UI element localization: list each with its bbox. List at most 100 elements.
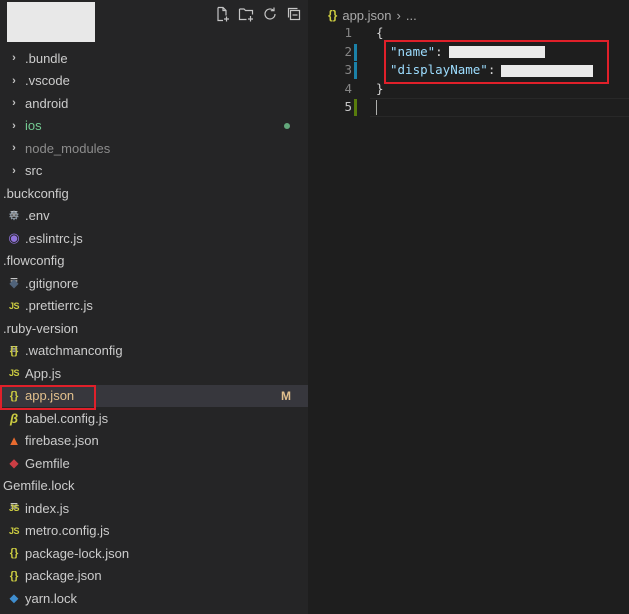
gutter-added-marker [354, 99, 357, 116]
line-number: 1 [344, 25, 352, 40]
collapse-all-icon[interactable] [284, 4, 304, 24]
firebase-icon: ▲ [7, 433, 21, 449]
tree-item-label: index.js [25, 500, 70, 516]
gem-icon: ◆ [9, 456, 19, 471]
text-cursor [376, 100, 377, 115]
file-item-package-lock-json[interactable]: {} package-lock.json [0, 542, 308, 565]
breadcrumb-file[interactable]: app.json [342, 8, 391, 23]
gear-icon: ⚙ [8, 207, 20, 223]
folder-item-vscode[interactable]: › .vscode [0, 70, 308, 93]
tree-item-label: node_modules [25, 140, 111, 156]
file-item-metro-config-js[interactable]: JS metro.config.js [0, 520, 308, 543]
line-number: 2 [344, 43, 352, 59]
chevron-right-icon: › [12, 97, 16, 110]
file-item-gemfile[interactable]: ◆ Gemfile [0, 452, 308, 475]
tree-item-label: .vscode [25, 73, 70, 89]
git-modified-badge: M [281, 388, 291, 403]
tree-item-label: .env [25, 208, 50, 224]
chevron-right-icon: › [12, 119, 16, 132]
editor-pane: {} app.json › ... 1 { 2 "name": 3 "displ… [308, 0, 629, 614]
tree-item-label: firebase.json [25, 433, 99, 449]
file-item-babel-config-js[interactable]: β babel.config.js [0, 407, 308, 430]
tree-item-label: yarn.lock [25, 590, 78, 606]
annotation-box-app-json [0, 385, 96, 410]
gutter-modified-marker [354, 43, 357, 61]
json-file-icon: {} [9, 569, 19, 582]
tree-item-label: babel.config.js [25, 410, 109, 426]
js-file-icon: JS [8, 503, 20, 514]
file-item-yarn-lock[interactable]: ⬥ yarn.lock [0, 587, 308, 610]
chevron-right-icon: › [12, 74, 16, 87]
line-number: 4 [344, 80, 352, 96]
tree-item-label: .flowconfig [3, 253, 65, 269]
tree-item-label: Gemfile [25, 455, 70, 471]
babel-icon: β [9, 410, 19, 426]
breadcrumb-more[interactable]: ... [406, 8, 417, 23]
tree-item-label: android [25, 95, 69, 111]
tree-item-label: .ruby-version [3, 320, 79, 336]
folder-item-src[interactable]: › src [0, 160, 308, 183]
code-text: { [376, 25, 384, 40]
chevron-right-icon: › [12, 52, 16, 65]
file-tree: › .bundle › .vscode › android › ios › node_module… [0, 47, 308, 610]
file-item-package-json[interactable]: {} package.json [0, 565, 308, 588]
tree-item-label: App.js [25, 365, 62, 381]
tree-item-label: .buckconfig [3, 185, 69, 201]
file-item-gemfile-lock[interactable]: ≡ Gemfile.lock [0, 475, 308, 514]
tree-item-label: package-lock.json [25, 545, 130, 561]
git-icon: ◆ [9, 276, 19, 291]
json-file-icon: {} [328, 8, 338, 22]
tree-item-label: src [25, 163, 43, 179]
refresh-icon[interactable] [260, 4, 280, 24]
line-number: 3 [344, 62, 352, 77]
tree-item-label: Gemfile.lock [3, 478, 75, 494]
gutter-modified-marker [354, 62, 357, 79]
chevron-right-icon: › [12, 142, 16, 155]
file-item-prettierrc-js[interactable]: JS .prettierrc.js [0, 295, 308, 318]
json-file-icon: {} [9, 547, 19, 560]
file-item-firebase-json[interactable]: ▲ firebase.json [0, 430, 308, 453]
explorer-header [0, 0, 308, 42]
tree-item-label: .eslintrc.js [25, 230, 83, 246]
js-file-icon: JS [8, 525, 20, 536]
explorer-sidebar: › .bundle › .vscode › android › ios › node_module… [0, 0, 308, 614]
tree-item-label: .gitignore [25, 275, 79, 291]
breadcrumb: {} app.json › ... [328, 7, 417, 23]
tree-item-label: .bundle [25, 50, 68, 66]
file-item-env[interactable]: ⚙ .env [0, 205, 308, 228]
file-item-ruby-version[interactable]: ≡ .ruby-version [0, 317, 308, 357]
line-number: 5 [344, 99, 352, 114]
tree-item-label: .watchmanconfig [25, 343, 123, 359]
folder-item-bundle[interactable]: › .bundle [0, 47, 308, 70]
new-folder-icon[interactable] [236, 4, 256, 24]
tree-item-label: metro.config.js [25, 523, 110, 539]
file-item-buckconfig[interactable]: ≡ .buckconfig [0, 182, 308, 222]
tree-item-label: .prettierrc.js [25, 298, 93, 314]
folder-item-ios[interactable]: › ios [0, 115, 308, 138]
folder-item-android[interactable]: › android [0, 92, 308, 115]
folder-item-node-modules[interactable]: › node_modules [0, 137, 308, 160]
chevron-right-icon: › [12, 164, 16, 177]
json-file-icon: {} [9, 344, 19, 357]
code-text: } [376, 80, 384, 96]
file-item-watchmanconfig[interactable]: {} .watchmanconfig [0, 340, 308, 363]
yarn-icon: ⬥ [9, 590, 19, 605]
redacted-workspace-title [7, 2, 95, 42]
annotation-box-json-keys [384, 40, 609, 84]
file-item-index-js[interactable]: JS index.js [0, 497, 308, 520]
tree-item-label: ios [25, 118, 42, 134]
eslint-icon: ◉ [8, 230, 20, 246]
new-file-icon[interactable] [212, 4, 232, 24]
file-item-eslintrc-js[interactable]: ◉ .eslintrc.js [0, 227, 308, 250]
file-item-flowconfig[interactable]: ≡ .flowconfig [0, 250, 308, 289]
current-line-highlight [370, 98, 629, 117]
file-item-app-js[interactable]: JS App.js [0, 362, 308, 385]
file-item-gitignore[interactable]: ◆ .gitignore [0, 272, 308, 295]
js-file-icon: JS [8, 368, 20, 379]
tree-item-label: package.json [25, 568, 102, 584]
chevron-right-icon: › [396, 7, 401, 23]
code-line-5[interactable]: 5 [308, 98, 629, 117]
git-status-dot [284, 122, 290, 129]
js-file-icon: JS [8, 300, 20, 311]
explorer-actions [212, 4, 304, 24]
